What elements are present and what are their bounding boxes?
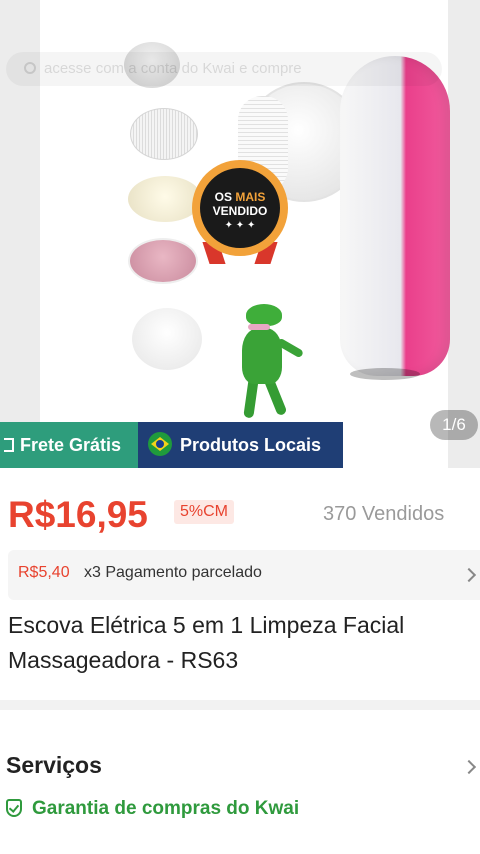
search-placeholder: acesse com a conta do Kwai e compre <box>44 60 302 77</box>
services-title: Serviços <box>6 752 102 778</box>
commission-badge: 5%CM <box>174 500 235 524</box>
services-card[interactable] <box>0 710 480 854</box>
brazil-flag-icon <box>148 432 172 456</box>
frog-sticker <box>238 304 305 420</box>
device-shadow <box>350 368 420 380</box>
badge-text-vendido: VENDIDO <box>212 204 268 218</box>
badge-text-os: OS <box>214 190 232 204</box>
product-page: acesse com a conta do Kwai e compre OS M… <box>0 0 480 854</box>
sold-count: 370 Vendidos <box>323 503 445 525</box>
product-price: R$16,95 <box>8 494 148 535</box>
brush-head-2 <box>130 108 198 160</box>
badge-text-mais: MAIS <box>235 190 266 204</box>
product-tags: Frete Grátis Produtos Locais <box>0 422 343 468</box>
device-body <box>340 56 450 376</box>
installment-amount: R$5,40 <box>18 564 70 581</box>
local-products-tag: Produtos Locais <box>138 422 343 468</box>
product-title: Escova Elétrica 5 em 1 Limpeza Facial Ma… <box>8 612 405 673</box>
massage-head <box>132 308 202 370</box>
free-shipping-tag: Frete Grátis <box>0 422 138 468</box>
shield-check-icon <box>6 799 22 817</box>
installment-text: x3 Pagamento parcelado <box>84 564 262 581</box>
search-bar-overlay[interactable]: acesse com a conta do Kwai e compre <box>6 52 442 86</box>
product-image-carousel[interactable]: acesse com a conta do Kwai e compre OS M… <box>0 0 480 468</box>
purchase-guarantee[interactable]: Garantia de compras do Kwai <box>6 798 299 820</box>
search-icon <box>24 62 36 74</box>
local-products-label: Produtos Locais <box>180 435 322 455</box>
best-seller-badge: OS MAIS VENDIDO ✦ ✦ ✦ <box>188 156 292 266</box>
free-shipping-label: Frete Grátis <box>20 435 122 455</box>
guarantee-label: Garantia de compras do Kwai <box>32 798 300 819</box>
badge-stars: ✦ ✦ ✦ <box>224 220 256 231</box>
facial-brush-device <box>238 56 450 380</box>
truck-box-icon <box>4 438 14 452</box>
image-counter: 1/6 <box>430 410 478 440</box>
chevron-right-icon <box>461 567 477 583</box>
installment-row[interactable]: R$5,40 x3 Pagamento parcelado <box>8 550 480 600</box>
